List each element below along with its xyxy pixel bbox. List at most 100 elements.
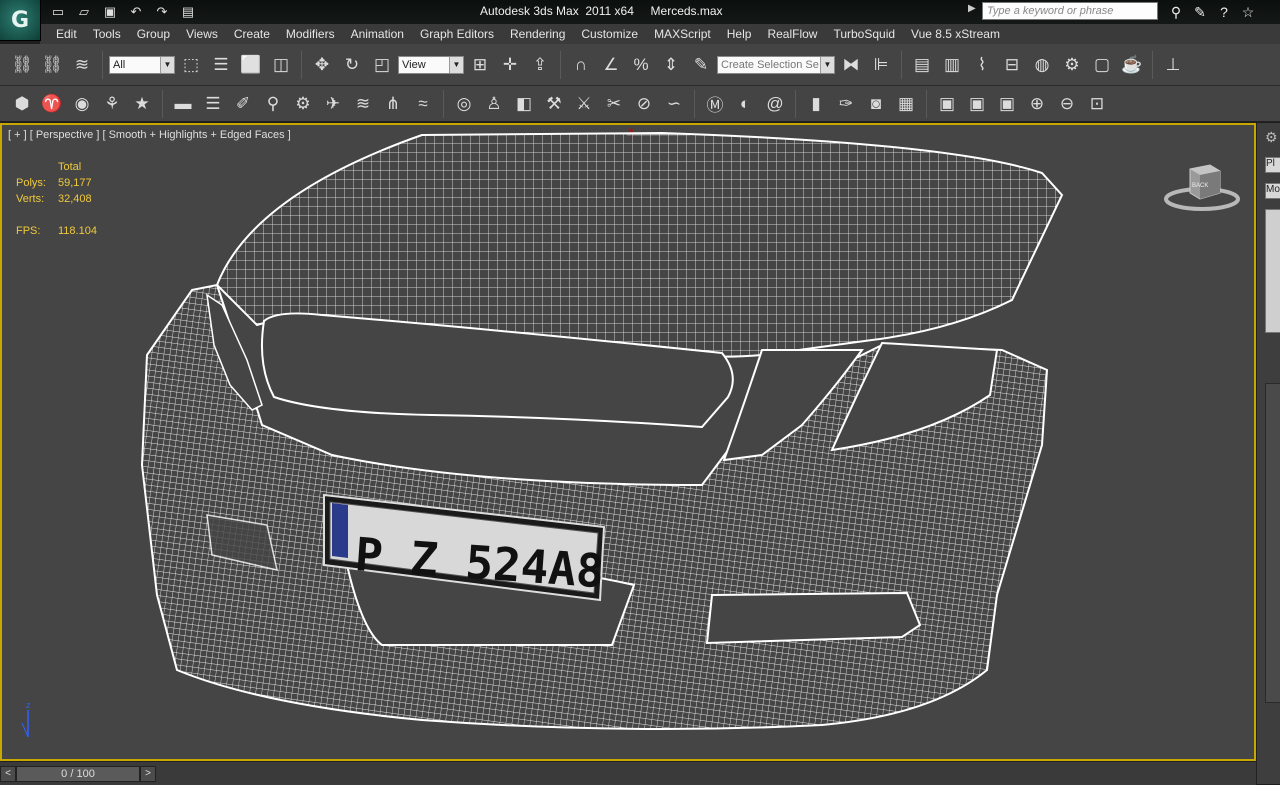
spinner-snap-icon[interactable]: ⇕	[657, 51, 685, 79]
render-production-icon[interactable]: ☕	[1118, 51, 1146, 79]
menu-realflow[interactable]: RealFlow	[759, 24, 825, 44]
percent-snap-icon[interactable]: %	[627, 51, 655, 79]
named-selection-dropdown[interactable]: Create Selection Se ▼	[717, 55, 835, 74]
binoculars-icon[interactable]: ⚲	[1166, 2, 1186, 22]
time-prev-button[interactable]: <	[0, 766, 16, 782]
menu-views[interactable]: Views	[178, 24, 226, 44]
material-ball-icon[interactable]: ◐	[731, 90, 759, 118]
brush-icon[interactable]: ✐	[229, 90, 257, 118]
layer-manager-icon[interactable]: ▤	[908, 51, 936, 79]
rotate-icon[interactable]: ↻	[338, 51, 366, 79]
render-setup-icon[interactable]: ⚙	[1058, 51, 1086, 79]
mental-ray-icon[interactable]: Ⓜ	[701, 90, 729, 118]
hammer-icon[interactable]: ⚒	[540, 90, 568, 118]
knife-icon[interactable]: ⚔	[570, 90, 598, 118]
new-icon[interactable]: ▭	[46, 2, 70, 22]
selection-filter-dropdown[interactable]: All ▼	[109, 55, 175, 74]
box-icon[interactable]: ▬	[169, 90, 197, 118]
keyboard-shortcut-override-icon[interactable]: ⇪	[526, 51, 554, 79]
spray-icon[interactable]: ⚘	[98, 90, 126, 118]
unlink-icon[interactable]: ⛓	[38, 51, 66, 79]
help-icon[interactable]: ?	[1214, 2, 1234, 22]
reference-coordinate-dropdown[interactable]: View ▼	[398, 55, 464, 74]
snaps-toggle-icon[interactable]: ∩	[567, 51, 595, 79]
menu-modifiers[interactable]: Modifiers	[278, 24, 343, 44]
time-slider[interactable]: 0 / 100	[16, 766, 140, 782]
scissors-icon[interactable]: ✂	[600, 90, 628, 118]
search-expand-icon[interactable]: ▶	[968, 3, 980, 21]
time-next-button[interactable]: >	[140, 766, 156, 782]
undo-icon[interactable]: ↶	[124, 2, 148, 22]
open-icon[interactable]: ▱	[72, 2, 96, 22]
star-icon[interactable]: ☆	[1238, 2, 1258, 22]
comb-icon[interactable]: ⋔	[379, 90, 407, 118]
cylinder-icon[interactable]: ☰	[199, 90, 227, 118]
helicopter-icon[interactable]: ✈	[319, 90, 347, 118]
paint-icon[interactable]: ✑	[832, 90, 860, 118]
pivot-center-icon[interactable]: ⊞	[466, 51, 494, 79]
shirt-icon[interactable]: ♈	[38, 90, 66, 118]
curve-editor-icon[interactable]: ⌇	[968, 51, 996, 79]
camera-icon[interactable]: ◙	[862, 90, 890, 118]
gear-icon[interactable]: ⚙	[289, 90, 317, 118]
film-icon[interactable]: ▦	[892, 90, 920, 118]
bin-import-icon[interactable]: ⊕	[1023, 90, 1051, 118]
disc-icon[interactable]: ⊘	[630, 90, 658, 118]
command-panel-field-1[interactable]: Pl	[1265, 157, 1280, 173]
notepad-icon[interactable]: ▮	[802, 90, 830, 118]
bin-export-icon[interactable]: ⊖	[1053, 90, 1081, 118]
menu-group[interactable]: Group	[129, 24, 178, 44]
menu-tools[interactable]: Tools	[85, 24, 129, 44]
rope-icon[interactable]: ∽	[660, 90, 688, 118]
link-icon[interactable]: ⛓	[8, 51, 36, 79]
wave-icon[interactable]: ≋	[349, 90, 377, 118]
extra-toolbar-icon[interactable]: ⊥	[1159, 51, 1187, 79]
menu-edit[interactable]: Edit	[40, 24, 85, 44]
select-manipulate-icon[interactable]: ✛	[496, 51, 524, 79]
menu-rendering[interactable]: Rendering	[502, 24, 573, 44]
rectangular-selection-icon[interactable]: ⬜	[237, 51, 265, 79]
sbs-cube-2-icon[interactable]: ▣	[963, 90, 991, 118]
gear-icon[interactable]: ⚙	[1265, 129, 1278, 146]
window-crossing-icon[interactable]: ◫	[267, 51, 295, 79]
select-object-icon[interactable]: ⬚	[177, 51, 205, 79]
cloth-icon[interactable]: ◧	[510, 90, 538, 118]
edit-named-selection-icon[interactable]: ✎	[687, 51, 715, 79]
sbs-cube-3-icon[interactable]: ▣	[993, 90, 1021, 118]
water-icon[interactable]: ≈	[409, 90, 437, 118]
scale-icon[interactable]: ◰	[368, 51, 396, 79]
star-shape-icon[interactable]: ★	[128, 90, 156, 118]
application-button[interactable]: G	[0, 0, 41, 41]
hairdryer-icon[interactable]: ⚲	[259, 90, 287, 118]
modifier-stack-list[interactable]	[1265, 209, 1280, 333]
biped-icon[interactable]: ♙	[480, 90, 508, 118]
menu-help[interactable]: Help	[719, 24, 760, 44]
command-panel-field-2[interactable]: Mo	[1265, 183, 1280, 199]
cube-icon[interactable]: ⬢	[8, 90, 36, 118]
move-icon[interactable]: ✥	[308, 51, 336, 79]
align-icon[interactable]: ⊫	[867, 51, 895, 79]
select-by-name-icon[interactable]: ☰	[207, 51, 235, 79]
bind-space-warp-icon[interactable]: ≋	[68, 51, 96, 79]
menu-turbosquid[interactable]: TurboSquid	[825, 24, 903, 44]
bin-box-icon[interactable]: ⊡	[1083, 90, 1111, 118]
save-icon[interactable]: ▣	[98, 2, 122, 22]
schematic-view-icon[interactable]: ⊟	[998, 51, 1026, 79]
spiral-icon[interactable]: @	[761, 90, 789, 118]
material-editor-icon[interactable]: ◍	[1028, 51, 1056, 79]
sphere-icon[interactable]: ◉	[68, 90, 96, 118]
sbs-cube-icon[interactable]: ▣	[933, 90, 961, 118]
mirror-icon[interactable]: ⧓	[837, 51, 865, 79]
viewcube[interactable]: BACK	[1162, 159, 1242, 215]
angle-snap-icon[interactable]: ∠	[597, 51, 625, 79]
menu-maxscript[interactable]: MAXScript	[646, 24, 719, 44]
torus-icon[interactable]: ◎	[450, 90, 478, 118]
menu-animation[interactable]: Animation	[343, 24, 412, 44]
viewport-label[interactable]: [ + ] [ Perspective ] [ Smooth + Highlig…	[8, 129, 291, 141]
rendered-frame-icon[interactable]: ▢	[1088, 51, 1116, 79]
graphite-ribbon-icon[interactable]: ▥	[938, 51, 966, 79]
search-input[interactable]: Type a keyword or phrase	[982, 2, 1158, 20]
rollout-panel[interactable]	[1265, 383, 1280, 703]
menu-customize[interactable]: Customize	[573, 24, 646, 44]
menu-vue-xstream[interactable]: Vue 8.5 xStream	[903, 24, 1008, 44]
